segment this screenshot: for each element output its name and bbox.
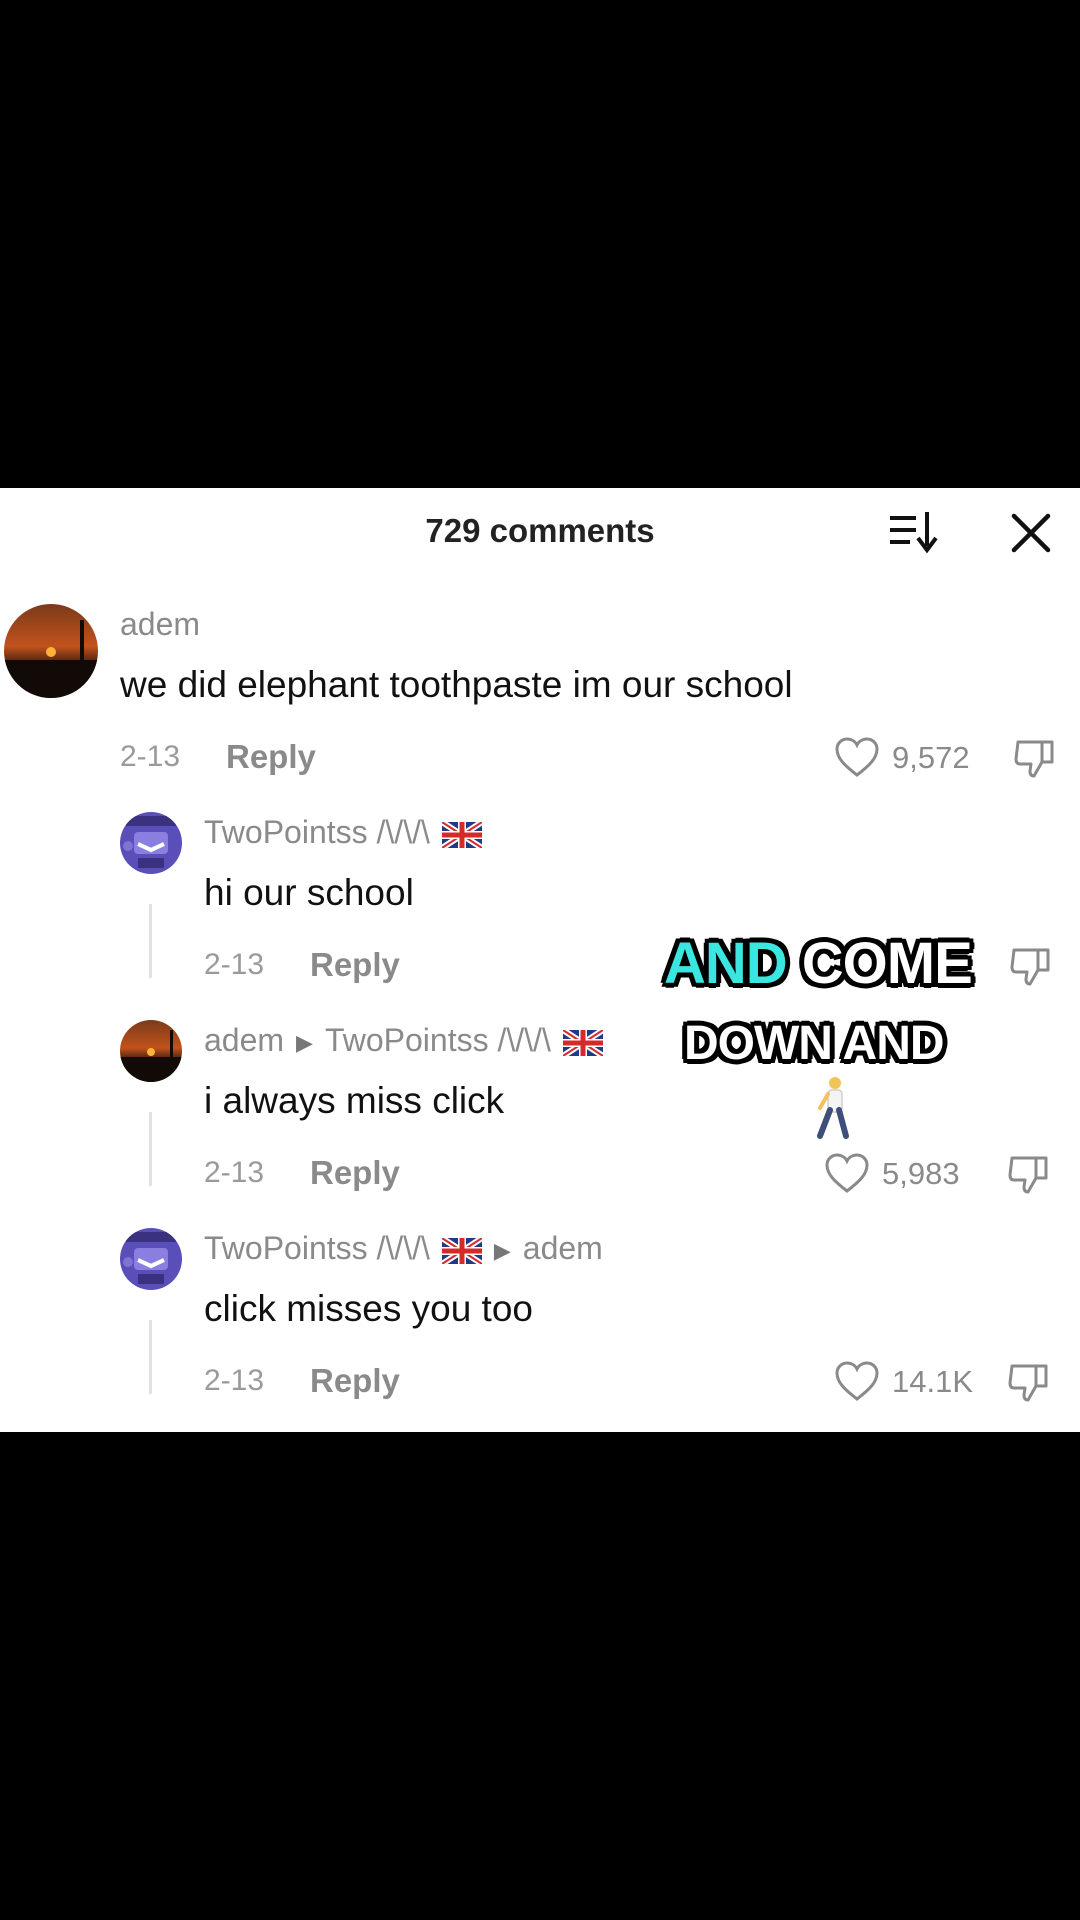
reply-button[interactable]: Reply [310, 1362, 400, 1400]
heart-icon[interactable] [834, 736, 880, 778]
reply-button[interactable]: Reply [310, 946, 400, 984]
uk-flag-icon [441, 821, 482, 848]
thread-line [149, 904, 152, 978]
reply-button[interactable]: Reply [310, 1154, 400, 1192]
person-walking-icon [817, 1077, 849, 1139]
close-icon[interactable] [1008, 510, 1054, 556]
caption-word: COME [801, 931, 973, 996]
username-text: TwoPointss /\/\/\ [204, 814, 430, 850]
comment-username[interactable]: adem ▶ TwoPointss /\/\/\ [204, 1022, 603, 1059]
like-count: 14.1K [892, 1364, 974, 1399]
comment-username[interactable]: TwoPointss /\/\/\ [204, 814, 482, 851]
heart-icon[interactable] [834, 1360, 880, 1402]
like-count: 5,983 [882, 1156, 960, 1191]
comment-username[interactable]: TwoPointss /\/\/\ ▶ adem [204, 1230, 603, 1267]
comment-text: i always miss click [204, 1080, 505, 1121]
dislike-icon[interactable] [1012, 734, 1058, 780]
comment-text: hi our school [204, 872, 414, 913]
avatar[interactable] [4, 604, 98, 698]
caption-highlight-word: AND [664, 931, 788, 996]
username-text: TwoPointss /\/\/\ [204, 1230, 430, 1266]
dislike-icon[interactable] [1006, 1150, 1052, 1196]
avatar[interactable] [120, 812, 182, 874]
heart-icon[interactable] [824, 1152, 870, 1194]
uk-flag-icon [562, 1029, 603, 1056]
username-text: adem [204, 1022, 285, 1058]
comment-date: 2-13 [204, 1156, 265, 1189]
sunset-avatar-image [120, 1020, 182, 1082]
robot-avatar-image [120, 1228, 182, 1290]
comment-text: click misses you too [204, 1288, 533, 1329]
dislike-icon[interactable] [1008, 942, 1054, 988]
comment-username[interactable]: adem [120, 606, 200, 643]
reply-arrow-icon: ▶ [493, 1237, 511, 1263]
sunset-avatar-image [4, 604, 98, 698]
uk-flag-icon [441, 1237, 482, 1264]
reply-to-username[interactable]: TwoPointss /\/\/\ [325, 1022, 551, 1058]
reply-arrow-icon: ▶ [296, 1029, 313, 1055]
comment-text: we did elephant toothpaste im our school [120, 664, 793, 705]
avatar[interactable] [120, 1228, 182, 1290]
comment-date: 2-13 [120, 740, 181, 773]
comment-date: 2-13 [204, 1364, 265, 1397]
caption-line-1: AND COME [664, 930, 973, 997]
like-count: 9,572 [892, 740, 970, 775]
dislike-icon[interactable] [1006, 1358, 1052, 1404]
thread-line [149, 1112, 152, 1186]
avatar[interactable] [120, 1020, 182, 1082]
reply-button[interactable]: Reply [226, 738, 316, 776]
sort-icon[interactable] [888, 508, 938, 554]
comment-date: 2-13 [204, 948, 265, 981]
thread-line [149, 1320, 152, 1394]
robot-avatar-image [120, 812, 182, 874]
reply-to-username[interactable]: adem [523, 1230, 603, 1266]
caption-line-2: DOWN AND [684, 1017, 945, 1070]
